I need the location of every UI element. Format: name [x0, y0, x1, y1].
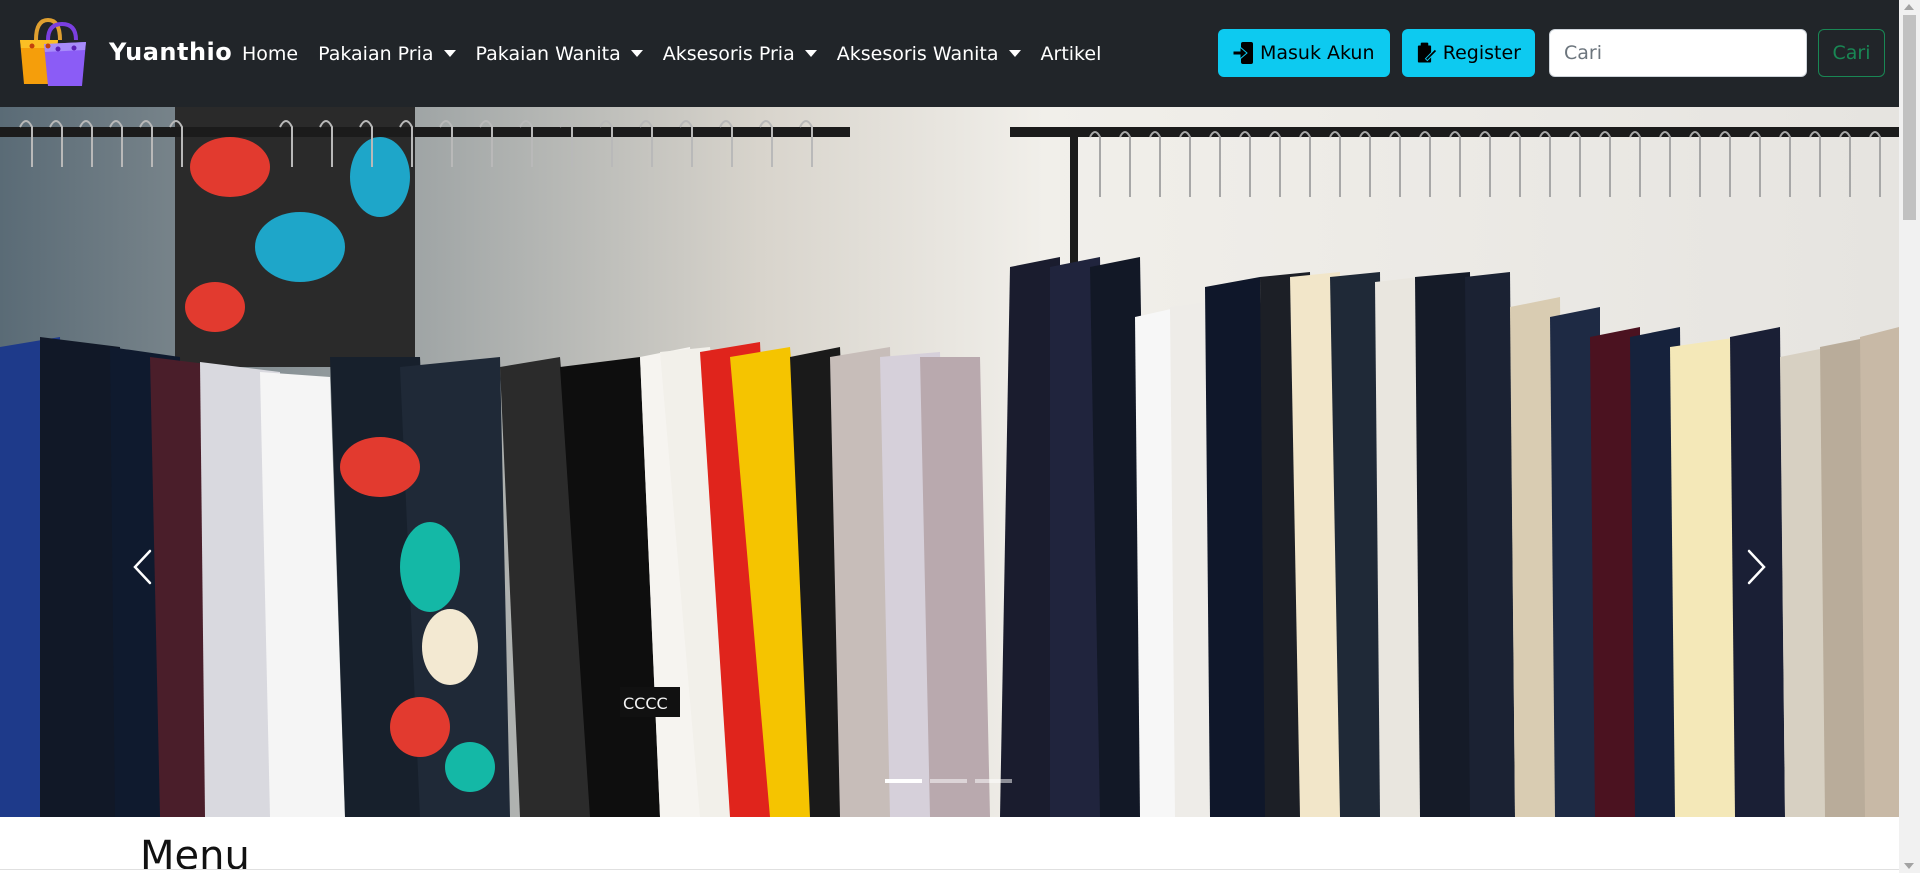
scroll-down-icon[interactable]: [1904, 863, 1914, 869]
shopping-bags-icon[interactable]: [14, 14, 90, 90]
nav-aksesoris-wanita[interactable]: Aksesoris Wanita: [827, 43, 1031, 65]
nav-aksesoris-pria[interactable]: Aksesoris Pria: [653, 43, 827, 65]
nav-pakaian-pria-label: Pakaian Pria: [318, 42, 434, 65]
navbar: Yuanthio Home Pakaian Pria Pakaian Wanit…: [0, 0, 1899, 107]
register-button-label: Register: [1442, 42, 1521, 64]
svg-text:CCCC: CCCC: [623, 694, 668, 713]
clothing-rack-image: CCCC: [0, 107, 1899, 817]
nav-links: Home Pakaian Pria Pakaian Wanita Aksesor…: [232, 0, 1111, 107]
caret-down-icon: [443, 50, 456, 57]
carousel-indicator[interactable]: [975, 779, 1012, 783]
register-button[interactable]: Register: [1402, 29, 1535, 77]
nav-home-label: Home: [242, 42, 299, 65]
caret-down-icon: [1008, 50, 1021, 57]
carousel-prev-button[interactable]: [122, 537, 162, 597]
nav-pakaian-wanita-label: Pakaian Wanita: [475, 42, 621, 65]
sign-in-icon: [1232, 42, 1253, 64]
login-button-label: Masuk Akun: [1260, 42, 1375, 64]
hero-carousel: CCCC: [0, 107, 1899, 817]
nav-home[interactable]: Home: [232, 43, 308, 65]
caret-down-icon: [630, 50, 643, 57]
carousel-indicator[interactable]: [885, 779, 922, 783]
divider: [0, 869, 1899, 870]
scroll-thumb[interactable]: [1903, 15, 1916, 220]
carousel-indicator[interactable]: [930, 779, 967, 783]
page-scrollbar[interactable]: [1899, 0, 1920, 873]
login-button[interactable]: Masuk Akun: [1218, 29, 1390, 77]
chevron-left-icon: [133, 549, 152, 585]
menu-section-title: Menu: [140, 833, 250, 879]
caret-down-icon: [804, 50, 817, 57]
nav-aksesoris-wanita-label: Aksesoris Wanita: [836, 42, 999, 65]
nav-artikel-label: Artikel: [1040, 42, 1102, 65]
carousel-indicators: [885, 779, 1012, 783]
chevron-right-icon: [1747, 549, 1766, 585]
register-icon: [1417, 42, 1437, 63]
nav-aksesoris-pria-label: Aksesoris Pria: [662, 42, 795, 65]
search-button[interactable]: Cari: [1818, 29, 1885, 77]
nav-artikel[interactable]: Artikel: [1031, 43, 1112, 65]
nav-pakaian-wanita[interactable]: Pakaian Wanita: [466, 43, 653, 65]
nav-pakaian-pria[interactable]: Pakaian Pria: [308, 43, 465, 65]
brand-name[interactable]: Yuanthio: [109, 38, 232, 66]
search-input[interactable]: [1549, 29, 1807, 77]
scroll-up-icon[interactable]: [1904, 4, 1914, 10]
carousel-next-button[interactable]: [1737, 537, 1777, 597]
